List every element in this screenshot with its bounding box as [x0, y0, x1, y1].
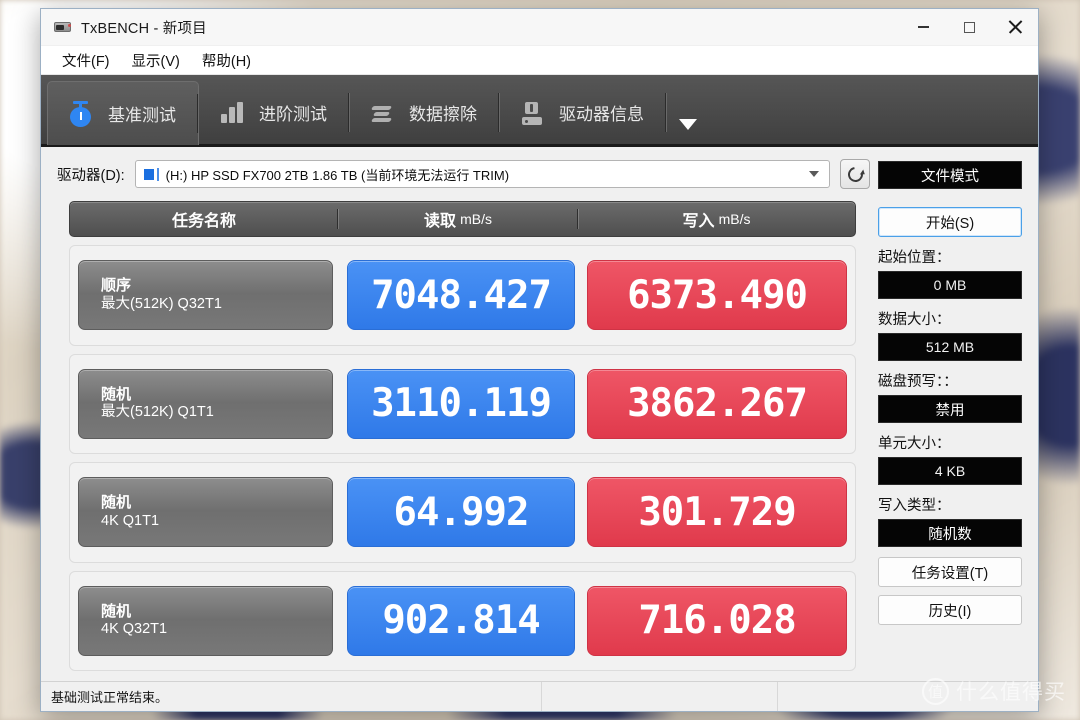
task-main-label: 随机	[101, 602, 132, 620]
header-read: 读取 mB/s	[338, 202, 578, 236]
close-button[interactable]	[992, 9, 1038, 45]
write-value: 716.028	[587, 585, 847, 656]
maximize-button[interactable]	[946, 9, 992, 45]
tab-drive-info-label: 驱动器信息	[559, 105, 644, 124]
drive-info-icon	[517, 98, 547, 128]
table-row[interactable]: 随机 4K Q1T1 64.992 301.729	[69, 462, 856, 563]
write-value: 6373.490	[587, 260, 847, 331]
tab-drive-info[interactable]: 驱动器信息	[499, 81, 666, 144]
prewrite-label: 磁盘预写：：	[878, 374, 958, 390]
tab-erase[interactable]: 数据擦除	[349, 81, 499, 144]
drive-select[interactable]: (H:) HP SSD FX700 2TB 1.86 TB (当前环境无法运行 …	[134, 160, 830, 188]
write-type-value[interactable]: 随机数	[878, 519, 1022, 547]
task-main-label: 随机	[101, 385, 132, 403]
window-controls	[900, 9, 1038, 45]
table-header: 任务名称 读取 mB/s 写入 mB/s	[69, 201, 856, 237]
title-bar: TxBENCH - 新项目	[41, 9, 1038, 46]
status-segment-3	[778, 682, 1038, 711]
main-column: 驱动器(D): (H:) HP SSD FX700 2TB 1.86 TB (当…	[41, 147, 870, 681]
read-value: 64.992	[347, 477, 575, 548]
status-bar: 基础测试正常结束。	[41, 681, 1038, 711]
stopwatch-icon	[66, 99, 96, 129]
task-main-label: 随机	[101, 494, 132, 512]
task-sub-label: 最大(512K) Q1T1	[101, 404, 214, 421]
bar-chart-icon	[217, 98, 247, 128]
drive-selector-row: 驱动器(D): (H:) HP SSD FX700 2TB 1.86 TB (当…	[41, 147, 870, 201]
start-position-value[interactable]: 0 MB	[878, 271, 1022, 299]
table-row[interactable]: 顺序 最大(512K) Q32T1 7048.427 6373.490	[69, 245, 856, 346]
task-sub-label: 最大(512K) Q32T1	[101, 295, 222, 312]
tab-benchmark[interactable]: 基准测试	[47, 81, 199, 145]
task-main-label: 顺序	[101, 277, 132, 295]
status-message: 基础测试正常结束。	[51, 690, 169, 705]
unit-size-label: 单元大小：	[878, 436, 951, 452]
task-settings-button[interactable]: 任务设置(T)	[878, 557, 1022, 587]
content-area: 驱动器(D): (H:) HP SSD FX700 2TB 1.86 TB (当…	[41, 147, 1038, 681]
header-task: 任务名称	[70, 202, 338, 236]
table-row[interactable]: 随机 最大(512K) Q1T1 3110.119 3862.267	[69, 353, 856, 454]
task-name-chip: 随机 最大(512K) Q1T1	[78, 368, 333, 439]
tab-advanced-label: 进阶测试	[259, 105, 327, 124]
write-type-label: 写入类型：	[878, 498, 951, 514]
tab-benchmark-label: 基准测试	[108, 106, 176, 125]
task-name-chip: 随机 4K Q1T1	[78, 477, 333, 548]
unit-size-value[interactable]: 4 KB	[878, 457, 1022, 485]
chevron-down-icon	[679, 119, 697, 130]
task-sub-label: 4K Q1T1	[101, 512, 160, 529]
tab-strip: 基准测试 进阶测试 数据擦除 驱动器信息	[41, 75, 1038, 147]
menu-bar: 文件(F) 显示(V) 帮助(H)	[41, 46, 1038, 75]
data-size-value[interactable]: 512 MB	[878, 333, 1022, 361]
settings-sidebar: 文件模式 开始(S) 起始位置： 0 MB 数据大小： 512 MB 磁盘预写：…	[870, 147, 1038, 681]
start-button[interactable]: 开始(S)	[878, 207, 1022, 237]
menu-file[interactable]: 文件(F)	[53, 48, 119, 73]
minimize-button[interactable]	[900, 9, 946, 45]
header-write: 写入 mB/s	[682, 211, 751, 230]
task-name-chip: 顺序 最大(512K) Q32T1	[78, 260, 333, 331]
close-icon	[1008, 20, 1022, 34]
refresh-icon	[844, 163, 866, 185]
status-segment-2	[542, 682, 777, 711]
tab-erase-label: 数据擦除	[409, 105, 477, 124]
data-size-label: 数据大小：	[878, 312, 951, 328]
window-title: TxBENCH - 新项目	[81, 20, 207, 37]
menu-view[interactable]: 显示(V)	[123, 48, 189, 73]
maximize-icon	[963, 21, 975, 33]
task-sub-label: 4K Q32T1	[101, 621, 168, 638]
device-icon	[53, 17, 73, 37]
chevron-down-icon	[809, 171, 819, 177]
read-value: 902.814	[347, 585, 575, 656]
write-value: 3862.267	[587, 368, 847, 439]
drive-selected-value: (H:) HP SSD FX700 2TB 1.86 TB (当前环境无法运行 …	[165, 167, 510, 183]
history-button[interactable]: 历史(I)	[878, 595, 1022, 625]
minimize-icon	[917, 26, 929, 28]
drive-label: 驱动器(D):	[57, 167, 125, 184]
task-name-chip: 随机 4K Q32T1	[78, 585, 333, 656]
table-row[interactable]: 随机 4K Q32T1 902.814 716.028	[69, 570, 856, 671]
read-value: 7048.427	[347, 260, 575, 331]
status-segment-message: 基础测试正常结束。	[41, 682, 541, 711]
erase-icon	[367, 98, 397, 128]
file-mode-button[interactable]: 文件模式	[878, 161, 1022, 189]
menu-help[interactable]: 帮助(H)	[193, 48, 260, 73]
read-value: 3110.119	[347, 368, 575, 439]
prewrite-value[interactable]: 禁用	[878, 395, 1022, 423]
drive-icon	[143, 167, 159, 181]
results-table: 任务名称 读取 mB/s 写入 mB/s 顺序 最大(512K) Q32T1 704…	[69, 201, 856, 671]
tab-advanced[interactable]: 进阶测试	[199, 81, 349, 144]
tab-overflow-button[interactable]	[666, 81, 710, 144]
refresh-button[interactable]	[840, 159, 870, 189]
write-value: 301.729	[587, 477, 847, 548]
start-position-label: 起始位置：	[878, 250, 951, 266]
txbench-window: TxBENCH - 新项目 文件(F) 显示(V) 帮助(H) 基准测试 进阶测…	[40, 8, 1039, 712]
